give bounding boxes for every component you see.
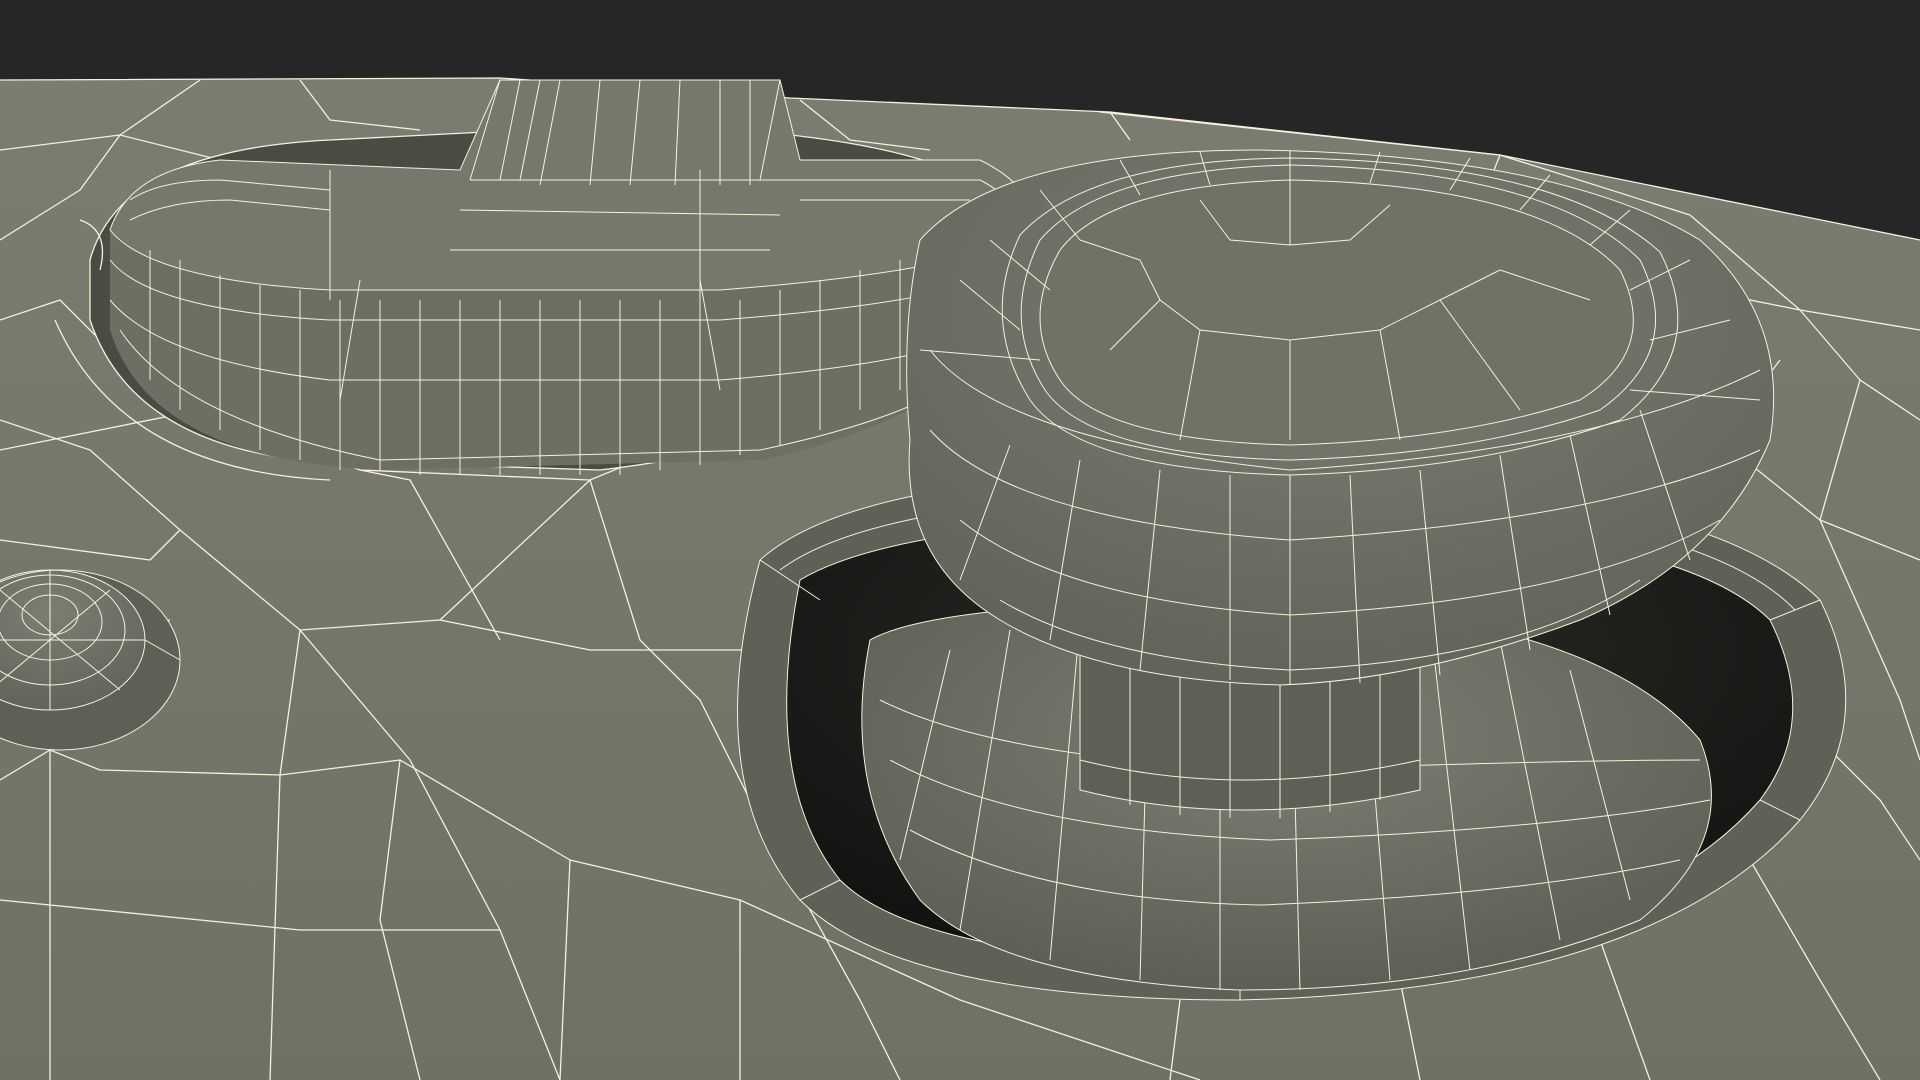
wireframe-scene — [0, 0, 1920, 1080]
